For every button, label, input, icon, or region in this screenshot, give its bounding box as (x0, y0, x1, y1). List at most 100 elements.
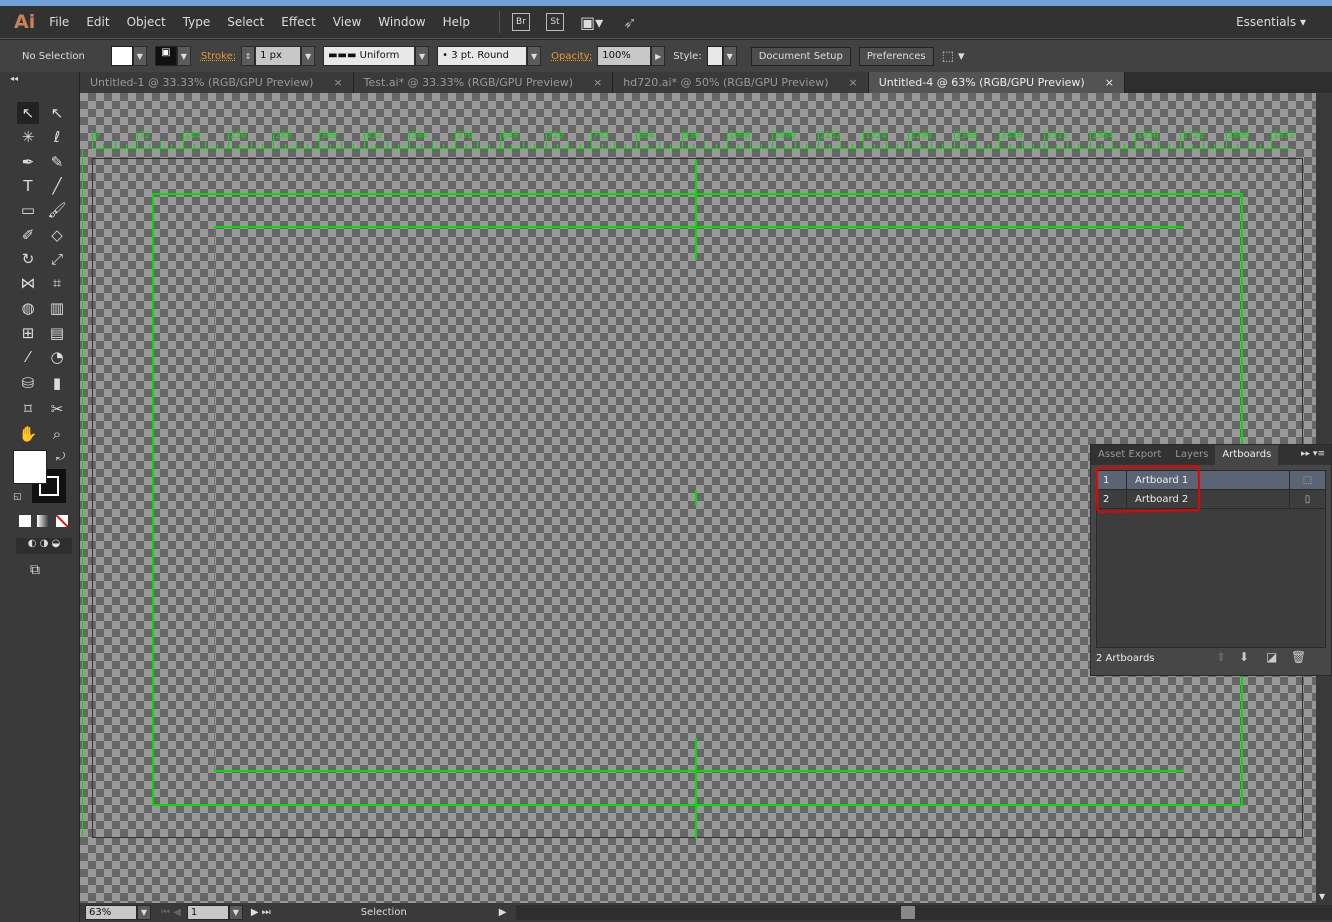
menu-edit[interactable]: Edit (86, 15, 109, 29)
status-menu-arrow[interactable]: ▶ (499, 907, 507, 918)
gradient-tool-icon[interactable]: ▤ (46, 322, 68, 344)
stock-button[interactable]: St (545, 13, 564, 31)
stroke-swatch[interactable]: ▣ (154, 46, 177, 66)
close-icon[interactable]: × (849, 76, 858, 89)
gradient-button[interactable] (37, 515, 49, 527)
bridge-button[interactable]: Br (511, 13, 530, 31)
slice-tool-icon[interactable]: ✂ (46, 398, 68, 420)
stroke-weight-input[interactable]: 1 px (255, 46, 302, 66)
tab-hd720[interactable]: hd720.ai* @ 50% (RGB/GPU Preview) × (613, 72, 869, 93)
preferences-button[interactable]: Preferences (858, 46, 934, 66)
variable-width-profile[interactable]: ▬▬▬ Uniform (323, 46, 416, 66)
fill-dropdown[interactable]: ▼ (132, 46, 147, 66)
menu-file[interactable]: File (49, 15, 69, 29)
fill-color-box[interactable] (13, 450, 47, 484)
horizontal-scrollbar[interactable] (516, 905, 1332, 920)
rectangle-tool-icon[interactable]: ▭ (17, 199, 39, 221)
move-up-icon[interactable]: ⬆ (1216, 650, 1226, 664)
rotate-tool-icon[interactable]: ↻ (17, 248, 39, 270)
zoom-dropdown[interactable]: ▼ (137, 905, 151, 920)
gpu-performance-icon[interactable]: ➶ (623, 13, 636, 32)
shaper-tool-icon[interactable]: ✐ (17, 224, 39, 246)
status-tool[interactable]: Selection (279, 907, 489, 918)
eyedropper-icon[interactable]: ⁄ (17, 346, 39, 368)
zoom-tool-icon[interactable]: ⌕ (46, 423, 68, 445)
symbol-sprayer-icon[interactable]: ⛁ (17, 372, 39, 394)
stroke-label[interactable]: Stroke: (201, 51, 236, 62)
pen-tool-icon[interactable]: ✒ (17, 151, 39, 173)
zoom-input[interactable]: 63% (85, 905, 137, 920)
ruler-major-tick (1225, 131, 1227, 149)
perspective-grid-icon[interactable]: ▥ (46, 297, 68, 319)
swap-icon[interactable]: ⤾ (56, 450, 65, 464)
none-button[interactable] (56, 515, 68, 527)
tab-asset-export[interactable]: Asset Export (1091, 445, 1168, 465)
direct-selection-tool-icon[interactable]: ↖ (46, 102, 68, 124)
tab-artboards[interactable]: Artboards (1215, 445, 1279, 465)
ruler-label: 720 (547, 131, 564, 141)
selection-tool-icon[interactable]: ↖ (17, 102, 39, 124)
scale-tool-icon[interactable]: ⤢ (46, 248, 68, 270)
eraser-tool-icon[interactable]: ◇ (46, 224, 68, 246)
menu-help[interactable]: Help (443, 15, 470, 29)
default-colors-icon[interactable]: ◱ (13, 492, 22, 502)
menu-effect[interactable]: Effect (281, 15, 316, 29)
profile-dropdown[interactable]: ▼ (415, 46, 430, 66)
fill-swatch[interactable] (110, 46, 133, 66)
free-transform-icon[interactable]: ⌗ (46, 272, 68, 294)
workspace-switcher[interactable]: Essentials ▾ (1236, 15, 1306, 29)
brush-dropdown[interactable]: ▼ (527, 46, 542, 66)
artboard-options-icon[interactable]: ▯ (1289, 490, 1325, 508)
drawing-modes-icon[interactable]: ◐ ◑ ◒ (16, 538, 72, 554)
menu-type[interactable]: Type (183, 15, 211, 29)
next-artboard-icon[interactable]: ▶ ⏭ (251, 907, 271, 918)
document-setup-button[interactable]: Document Setup (750, 46, 851, 66)
delete-icon[interactable]: 🗑 (1291, 650, 1306, 664)
close-icon[interactable]: × (1105, 76, 1114, 89)
magic-wand-icon[interactable]: ✳ (17, 126, 39, 148)
menu-object[interactable]: Object (127, 15, 166, 29)
menu-view[interactable]: View (333, 15, 361, 29)
opacity-label[interactable]: Opacity: (551, 51, 592, 62)
tab-layers[interactable]: Layers (1168, 445, 1215, 465)
stroke-dropdown[interactable]: ▼ (176, 46, 191, 66)
graph-tool-icon[interactable]: ▮ (46, 372, 68, 394)
hand-tool-icon[interactable]: ✋ (17, 423, 39, 445)
stroke-stepper[interactable]: ⇕ (241, 46, 256, 66)
style-dropdown[interactable]: ▼ (722, 46, 737, 66)
artboard-dropdown[interactable]: ▼ (228, 905, 243, 920)
artboard-navigator-input[interactable]: 1 (186, 905, 229, 920)
transform-icon[interactable]: ⬚ ▾ (942, 49, 965, 64)
curvature-tool-icon[interactable]: ✎ (46, 151, 68, 173)
artboard-options-icon[interactable]: ⬚ (1289, 471, 1325, 489)
panel-menu-icon[interactable]: ▸▸ ▾≡ (1295, 445, 1331, 465)
tab-untitled-4[interactable]: Untitled-4 @ 63% (RGB/GPU Preview) × (868, 72, 1125, 93)
shape-builder-icon[interactable]: ◍ (17, 297, 39, 319)
artboard-tool-icon[interactable]: ⌑ (17, 398, 39, 420)
new-artboard-icon[interactable]: ◪ (1266, 650, 1277, 664)
menu-select[interactable]: Select (227, 15, 264, 29)
style-swatch[interactable] (706, 46, 723, 66)
paintbrush-tool-icon[interactable]: 🖌 (46, 199, 68, 221)
type-tool-icon[interactable]: T (17, 175, 39, 197)
width-tool-icon[interactable]: ⋈ (17, 272, 39, 294)
tab-untitled-1[interactable]: Untitled-1 @ 33.33% (RGB/GPU Preview) × (80, 72, 354, 93)
menu-window[interactable]: Window (378, 15, 425, 29)
mesh-tool-icon[interactable]: ⊞ (17, 322, 39, 344)
screen-mode-icon[interactable]: ⧉ (30, 562, 40, 578)
brush-definition[interactable]: • 3 pt. Round (437, 46, 528, 66)
opacity-arrow[interactable]: ▶ (651, 46, 666, 66)
line-tool-icon[interactable]: ╱ (46, 175, 68, 197)
first-artboard-icon[interactable]: ⏮ ◀ (161, 907, 181, 918)
close-icon[interactable]: × (333, 76, 342, 89)
blend-tool-icon[interactable]: ◔ (46, 346, 68, 368)
stroke-weight-dropdown[interactable]: ▼ (301, 46, 316, 66)
move-down-icon[interactable]: ⬇ (1239, 650, 1249, 664)
close-icon[interactable]: × (593, 76, 602, 89)
lasso-icon[interactable]: ℓ (46, 126, 68, 148)
color-button[interactable] (19, 515, 31, 527)
tab-test[interactable]: Test.ai* @ 33.33% (RGB/GPU Preview) × (353, 72, 614, 93)
opacity-input[interactable]: 100% (597, 46, 652, 66)
arrange-documents-icon[interactable]: ▣▾ (580, 13, 603, 32)
collapse-icon[interactable]: ◂◂ (10, 74, 18, 83)
